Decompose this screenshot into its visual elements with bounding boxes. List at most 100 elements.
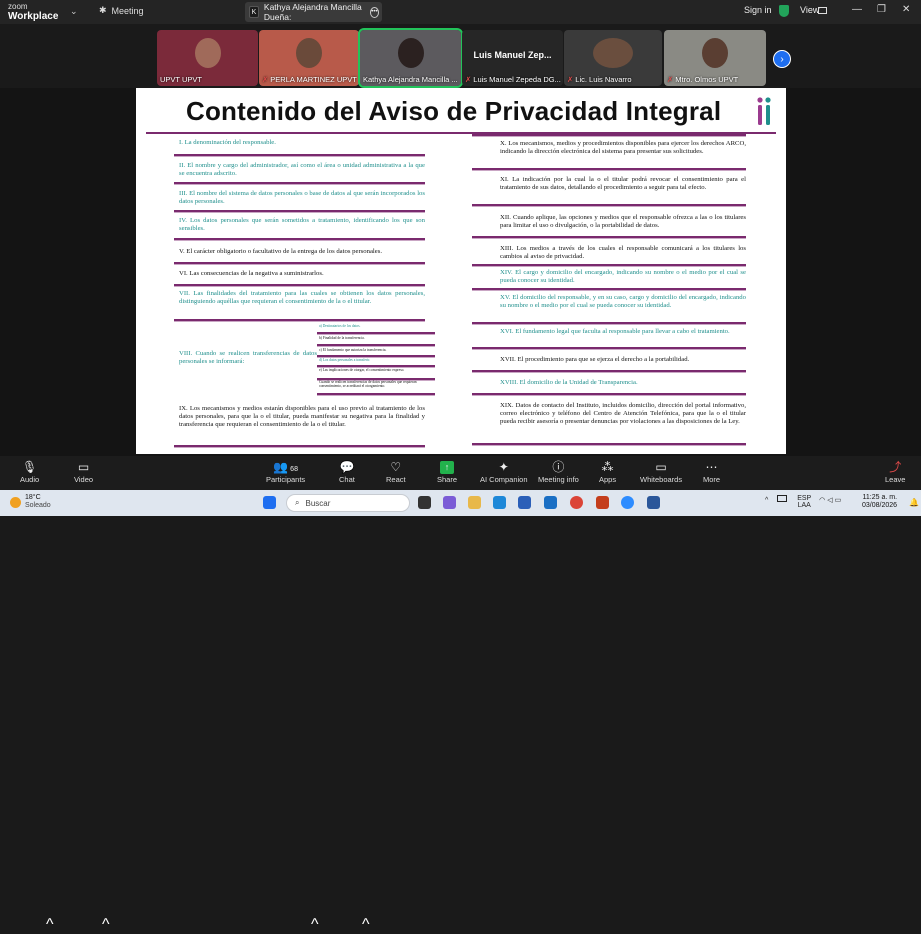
word-icon[interactable] (647, 496, 660, 509)
paw-icon: ✱ (99, 5, 107, 15)
video-gallery: UPVT UPVT ✗ PERLA MARTINEZ UPVT Kathya Al… (0, 24, 921, 88)
item-divider (174, 262, 425, 264)
wifi-icon[interactable]: ◠ (819, 497, 825, 504)
close-icon[interactable]: ✕ (902, 4, 910, 15)
apps-button[interactable]: ⁂ Apps (599, 459, 616, 484)
next-page-button[interactable]: › (773, 50, 791, 68)
left-item: VII. Las finalidades del tratamiento par… (179, 290, 425, 306)
tab-title: Kathya Alejandra Mancilla Dueña: (263, 2, 362, 22)
notebook-icon[interactable] (777, 495, 788, 502)
windows-start-icon[interactable] (263, 496, 276, 509)
temperature: 18°C (25, 494, 41, 501)
right-item: XI. La indicación por la cual la o el ti… (500, 176, 746, 192)
video-tile[interactable]: ✗ PERLA MARTINEZ UPVT (259, 30, 359, 86)
video-tile-active-speaker[interactable]: Kathya Alejandra Mancilla ... (358, 28, 463, 88)
leave-button[interactable]: ⤴ Leave (885, 459, 905, 484)
left-item: VI. Las consecuencias de la negativa a s… (179, 270, 324, 277)
more-label: More (703, 475, 721, 484)
sub-divider (317, 355, 435, 357)
ai-companion-button[interactable]: ✦ AI Companion (480, 459, 528, 484)
apps-icon: ⁂ (601, 460, 614, 474)
language-indicator[interactable]: ESP LAA (797, 495, 811, 509)
weather-widget[interactable]: 18°C Soleado (10, 494, 51, 510)
right-item: XIX. Datos de contacto del Instituto, in… (500, 402, 746, 426)
shared-screen-area: Contenido del Aviso de Privacidad Integr… (0, 88, 921, 456)
copilot-icon[interactable] (443, 496, 456, 509)
left-item: II. El nombre y cargo del administrador,… (179, 162, 425, 178)
participants-caret-icon[interactable]: ^ (311, 916, 319, 934)
edge-icon[interactable] (493, 496, 506, 509)
slide-title: Contenido del Aviso de Privacidad Integr… (186, 96, 722, 126)
chevron-right-icon: › (780, 53, 784, 65)
battery-icon[interactable]: ▭ (835, 497, 842, 504)
item-divider (174, 284, 425, 286)
item-divider (174, 182, 425, 184)
item-divider (174, 210, 425, 212)
file-explorer-icon[interactable] (468, 496, 481, 509)
clock[interactable]: 11:25 a. m. 03/08/2026 (862, 494, 897, 510)
video-button[interactable]: ▭ Video (74, 459, 93, 484)
video-caret-icon[interactable]: ^ (102, 916, 110, 934)
whiteboards-button[interactable]: ▭ Whiteboards (640, 459, 682, 484)
mic-muted-icon: ✗ (465, 75, 472, 84)
language-code: ESP (797, 495, 812, 502)
participant-name: ✗ Mtro. Olmos UPVT (667, 75, 739, 84)
left-item: IX. Los mecanismos y medios estarán disp… (179, 405, 425, 429)
more-icon[interactable]: ••• (369, 6, 379, 18)
audio-button[interactable]: 🎙 Audio (20, 459, 39, 484)
outlook-icon[interactable] (544, 496, 557, 509)
mic-muted-icon: ✗ (262, 75, 269, 84)
view-button[interactable]: View (800, 5, 819, 15)
whiteboard-icon: ▭ (655, 460, 667, 474)
sub-divider (317, 332, 435, 334)
meeting-info-button[interactable]: ⓘ Meeting info (538, 459, 579, 484)
minimize-icon[interactable]: — (852, 4, 862, 15)
store-icon[interactable] (518, 496, 531, 509)
video-tile[interactable]: ✗ Lic. Luis Navarro (564, 30, 662, 86)
zoom-icon[interactable] (621, 496, 634, 509)
volume-icon[interactable]: ◁ (827, 497, 832, 504)
left-item: III. El nombre del sistema de datos pers… (179, 190, 425, 206)
more-button[interactable]: ⋯ More (703, 459, 720, 484)
participants-button[interactable]: 👥 68 Participants (266, 459, 305, 484)
item-divider (472, 393, 746, 395)
audio-caret-icon[interactable]: ^ (46, 916, 54, 934)
meeting-tab[interactable]: K Kathya Alejandra Mancilla Dueña: ••• (245, 2, 382, 22)
system-tray[interactable]: ^ ESP LAA ◠ ◁ ▭ (765, 495, 841, 509)
chat-button[interactable]: 💬 Chat (339, 459, 355, 484)
restore-icon[interactable]: ❐ (877, 4, 886, 15)
info-icon: ⓘ (552, 460, 565, 474)
item-divider (472, 322, 746, 324)
grid-view-icon[interactable] (818, 7, 827, 14)
chat-caret-icon[interactable]: ^ (362, 916, 370, 934)
participant-name: ✗ PERLA MARTINEZ UPVT (262, 75, 357, 84)
left-item: I. La denominación del responsable. (179, 139, 276, 146)
item-divider (174, 319, 425, 321)
leave-icon: ⤴ (889, 460, 902, 474)
microphone-icon: 🎙 (21, 460, 38, 474)
video-tile[interactable]: ✗ Mtro. Olmos UPVT (664, 30, 766, 86)
notification-bell-icon[interactable]: 🔔 (909, 498, 919, 507)
share-screen-icon: ↑ (440, 461, 454, 474)
taskbar-search[interactable]: ⌕ Buscar (286, 494, 410, 512)
left-item: VIII. Cuando se realicen transferencias … (179, 350, 317, 366)
participants-icon: 👥 68 (273, 460, 298, 474)
zoom-workplace-logo[interactable]: zoom Workplace (8, 2, 58, 22)
chrome-icon[interactable] (570, 496, 583, 509)
leave-label: Leave (885, 475, 906, 484)
chevron-down-icon[interactable]: ⌄ (70, 6, 78, 17)
react-button[interactable]: ♡ React (386, 459, 406, 484)
video-tile[interactable]: Luis Manuel Zep... ✗ Luis Manuel Zepeda D… (462, 30, 563, 86)
chevron-up-icon[interactable]: ^ (765, 497, 768, 504)
task-view-icon[interactable] (418, 496, 431, 509)
item-divider (174, 154, 425, 156)
share-button[interactable]: ↑ Share (437, 459, 457, 484)
powerpoint-icon[interactable] (596, 496, 609, 509)
sub-divider (317, 393, 435, 395)
video-tile[interactable]: UPVT UPVT (157, 30, 258, 86)
shield-icon[interactable] (779, 5, 789, 17)
participant-name-placeholder: Luis Manuel Zep... (473, 50, 552, 60)
meeting-button[interactable]: ✱ Meeting (99, 5, 144, 16)
sign-in-button[interactable]: Sign in (744, 5, 772, 15)
sub-item: a) Destinatarios de los datos. (319, 324, 361, 328)
